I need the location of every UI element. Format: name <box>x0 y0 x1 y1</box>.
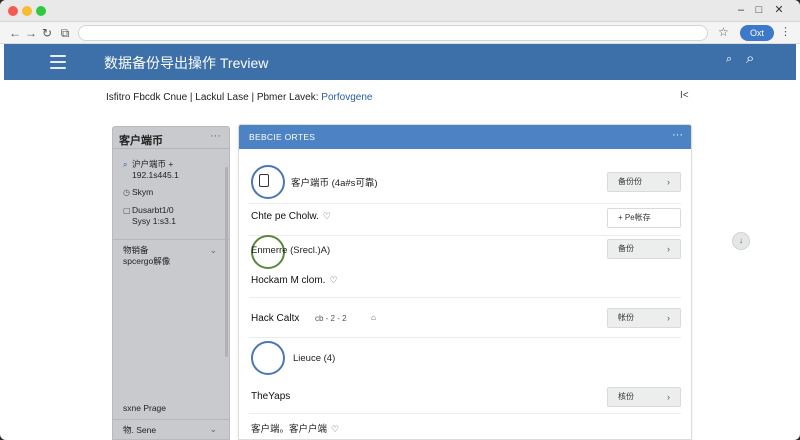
tablet-icon <box>259 174 269 187</box>
scroll-down-button[interactable]: ↓ <box>732 232 750 250</box>
sidebar-panel: 客户端币 ··· ⌕ 沪户端币 + 192.1s445.1 ◷ Skym ▢Dusa… <box>112 126 230 440</box>
app-header: 数据备份导出操作 Treview ⌕ ⌕ <box>4 44 796 80</box>
backup-button[interactable]: 帐份 › <box>607 308 681 328</box>
close-window-button[interactable] <box>8 6 18 16</box>
search-small-icon[interactable]: ⌕ <box>726 53 732 66</box>
back-arrow-icon[interactable]: ← <box>8 25 22 41</box>
avatar <box>251 341 285 375</box>
backup-button[interactable]: 备份份 › <box>607 172 681 192</box>
window-titlebar: – □ ✕ <box>0 0 800 22</box>
card-header: BEBCIE ORTES ··· <box>239 125 691 149</box>
main-card: BEBCIE ORTES ··· 客户端币 (4a#s可靠) 备份份 › Chte… <box>238 124 692 440</box>
list-item[interactable]: TheYaps 核份 › <box>239 383 691 411</box>
minimize-icon[interactable]: – <box>734 3 748 17</box>
sidebar-item-sxne[interactable]: sxne Prage <box>123 403 166 414</box>
browser-menu-icon[interactable]: ⋮ <box>780 25 791 38</box>
minimize-window-button[interactable] <box>22 6 32 16</box>
chevron-right-icon: › <box>667 313 670 323</box>
more-icon[interactable]: ··· <box>210 130 221 142</box>
sidebar-item-sene[interactable]: 物. Sene <box>123 425 156 436</box>
tab-icon[interactable]: ⧉ <box>58 25 72 41</box>
breadcrumb: Isfitro Fbcdk Cnue | Lackul Lase | Pbmer… <box>106 92 372 103</box>
list-item[interactable]: Lieuce (4) <box>239 339 691 381</box>
profile-button[interactable]: Oxt <box>740 25 774 41</box>
list-item[interactable]: Enmerre (Srecl.)A) 备份 › <box>239 233 691 273</box>
address-bar[interactable] <box>78 25 708 41</box>
close-icon[interactable]: ✕ <box>772 3 786 17</box>
search-icon: ⌕ <box>123 160 128 169</box>
sidebar-scrollbar[interactable] <box>225 167 228 357</box>
hamburger-menu-icon[interactable] <box>50 55 66 69</box>
sidebar-item-backup[interactable]: 物销备 spcergo解像 <box>123 245 170 267</box>
sidebar-item-client[interactable]: ⌕ 沪户端币 + 192.1s445.1 <box>123 159 179 181</box>
chevron-right-icon: › <box>667 392 670 402</box>
breadcrumb-link[interactable]: Porfovgene <box>321 92 372 103</box>
browser-window: – □ ✕ ← → ↻ ⧉ ☆ Oxt ⋮ 数据备份导出操作 Treview ⌕… <box>0 0 800 440</box>
sidebar-title: 客户端币 <box>119 135 163 147</box>
maximize-icon[interactable]: □ <box>752 3 766 17</box>
list-item[interactable]: Hockam M clom. ♡ <box>239 271 691 297</box>
browser-toolbar: ← → ↻ ⧉ ☆ Oxt ⋮ <box>0 22 800 44</box>
backup-button[interactable]: 备份 › <box>607 239 681 259</box>
chevron-right-icon: › <box>667 244 670 254</box>
chevron-down-icon[interactable]: ⌄ <box>209 424 217 435</box>
document-icon: ▢ <box>123 206 131 215</box>
heart-icon[interactable]: ♡ <box>323 211 331 221</box>
bookmark-star-icon[interactable]: ☆ <box>718 25 729 39</box>
app-title: 数据备份导出操作 Treview <box>104 55 269 71</box>
clock-icon: ◷ <box>123 188 130 197</box>
backup-button[interactable]: 核份 › <box>607 387 681 407</box>
card-title: BEBCIE ORTES <box>249 132 316 142</box>
heart-icon[interactable]: ♡ <box>329 275 337 285</box>
list-item[interactable]: 客户端。客户户端 ♡ <box>239 417 691 439</box>
reload-icon[interactable]: ↻ <box>40 25 54 41</box>
list-item[interactable]: Hack Caltx cb - 2 - 2 ⌂ 帐份 › <box>239 305 691 335</box>
zoom-window-button[interactable] <box>36 6 46 16</box>
list-item[interactable]: 客户端币 (4a#s可靠) 备份份 › <box>239 161 691 201</box>
list-item[interactable]: Chte pe Cholw. ♡ + Pe帐存 <box>239 205 691 235</box>
chevron-down-icon[interactable]: ⌄ <box>209 245 217 256</box>
sidebar-header: 客户端币 ··· <box>113 127 229 149</box>
add-button[interactable]: + Pe帐存 <box>607 208 681 228</box>
breadcrumb-text: Isfitro Fbcdk Cnue | Lackul Lase | Pbmer… <box>106 92 319 103</box>
heart-icon[interactable]: ♡ <box>331 424 339 434</box>
sidebar-item-dusarbt[interactable]: ▢Dusarbt1/0 Sysy 1:s3.1 <box>123 205 176 227</box>
forward-arrow-icon[interactable]: → <box>24 25 38 41</box>
more-icon[interactable]: ··· <box>672 129 683 141</box>
sidebar-item-skym[interactable]: ◷ Skym <box>123 187 153 198</box>
search-icon[interactable]: ⌕ <box>746 50 754 67</box>
collapse-icon[interactable]: I< <box>680 90 689 101</box>
chat-icon[interactable]: ⌂ <box>371 313 376 322</box>
chevron-right-icon: › <box>667 177 670 187</box>
